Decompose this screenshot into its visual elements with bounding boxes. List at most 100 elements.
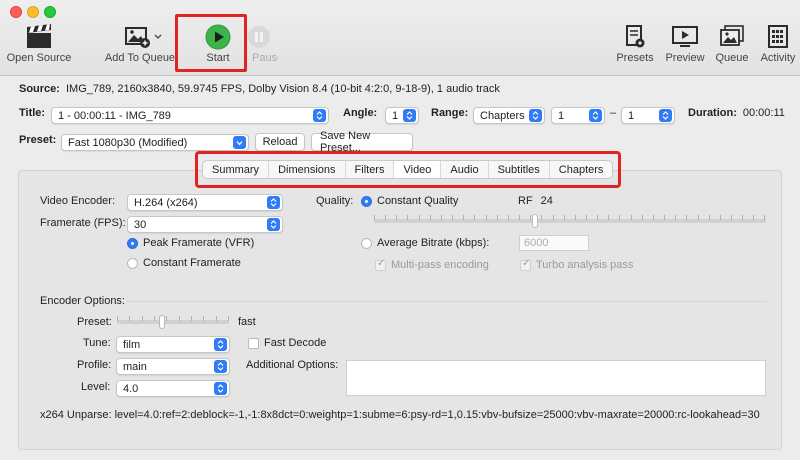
open-source-label: Open Source — [6, 52, 72, 64]
eo-preset-value-wrap: fast — [238, 316, 256, 328]
framerate-label: Framerate (FPS): — [40, 217, 126, 229]
title-select[interactable]: 1 - 00:00:11 - IMG_789 — [51, 107, 329, 124]
rf-label: RF — [518, 195, 533, 207]
framerate-label-wrap: Framerate (FPS): — [40, 217, 126, 229]
quality-slider-ticks — [374, 215, 766, 220]
x264-unparse: x264 Unparse: level=4.0:ref=2:deblock=-1… — [40, 409, 760, 421]
eo-preset-value: fast — [238, 316, 256, 328]
close-window-button[interactable] — [10, 6, 22, 18]
start-highlight — [175, 14, 247, 72]
preview-button[interactable]: Preview — [662, 22, 708, 68]
radio-selected-icon — [127, 237, 138, 249]
radio-selected-icon — [361, 195, 372, 207]
encoder-options-separator — [126, 301, 766, 302]
range-end-value: 1 — [628, 109, 635, 122]
checkbox-icon — [520, 258, 531, 271]
video-encoder-value: H.264 (x264) — [134, 196, 198, 209]
fast-decode-label: Fast Decode — [264, 337, 327, 349]
fast-decode-checkbox[interactable]: Fast Decode — [248, 337, 326, 349]
range-start-select[interactable]: 1 — [551, 107, 605, 124]
queue-button[interactable]: Queue — [712, 22, 752, 68]
video-encoder-label-wrap: Video Encoder: — [40, 195, 115, 207]
profile-select[interactable]: main — [116, 358, 230, 375]
range-dash-text: – — [610, 107, 617, 119]
angle-label-wrap: Angle: — [343, 107, 377, 119]
preset-label: Preset: — [19, 134, 57, 146]
multipass-checkbox[interactable]: Multi-pass encoding — [375, 258, 489, 271]
level-value: 4.0 — [123, 382, 139, 395]
preview-label: Preview — [665, 52, 705, 64]
range-dash: – — [610, 107, 616, 119]
chevron-down-icon — [233, 136, 246, 149]
angle-label: Angle: — [343, 107, 378, 119]
range-select-value: Chapters — [480, 109, 525, 122]
preset-select[interactable]: Fast 1080p30 (Modified) — [61, 134, 249, 151]
additional-options-input[interactable] — [346, 360, 766, 396]
updown-chevron-icon — [267, 218, 280, 231]
duration-label: Duration: — [688, 107, 737, 119]
tune-select[interactable]: film — [116, 336, 230, 353]
updown-chevron-icon — [214, 338, 227, 351]
level-label-wrap: Level: — [81, 381, 110, 393]
range-label-wrap: Range: — [431, 107, 468, 119]
angle-select-value: 1 — [392, 109, 399, 122]
presets-button[interactable]: Presets — [612, 22, 658, 68]
framerate-value: 30 — [134, 218, 147, 231]
toolbar: Open Source Add To Queue Start Paus Pres… — [0, 0, 800, 76]
range-select[interactable]: Chapters — [473, 107, 545, 124]
video-encoder-label: Video Encoder: — [40, 195, 116, 207]
constant-quality-radio[interactable]: Constant Quality — [361, 195, 458, 207]
profile-value: main — [123, 360, 147, 373]
checkbox-icon — [248, 337, 259, 349]
title-select-value: 1 - 00:00:11 - IMG_789 — [58, 109, 171, 122]
bitrate-input[interactable]: 6000 — [519, 235, 589, 251]
preset-label-wrap: Preset: — [19, 134, 56, 146]
video-encoder-select[interactable]: H.264 (x264) — [127, 194, 283, 211]
updown-chevron-icon — [313, 109, 326, 122]
activity-button[interactable]: Activity — [756, 22, 800, 68]
eo-preset-label-wrap: Preset: — [77, 316, 112, 328]
minimize-window-button[interactable] — [27, 6, 39, 18]
clapperboard-icon — [6, 22, 72, 52]
average-bitrate-radio[interactable]: Average Bitrate (kbps): — [361, 237, 489, 249]
open-source-button[interactable]: Open Source — [6, 22, 72, 68]
profile-label-wrap: Profile: — [77, 359, 111, 371]
title-label-wrap: Title: — [19, 107, 45, 119]
framerate-select[interactable]: 30 — [127, 216, 283, 233]
level-select[interactable]: 4.0 — [116, 380, 230, 397]
activity-label: Activity — [760, 52, 796, 64]
encoder-options-heading: Encoder Options: — [40, 295, 125, 307]
turbo-checkbox[interactable]: Turbo analysis pass — [520, 258, 634, 271]
tune-label: Tune: — [83, 337, 111, 349]
add-to-queue-button[interactable]: Add To Queue — [102, 22, 178, 68]
monitor-icon — [662, 22, 708, 52]
radio-unselected-icon — [127, 257, 138, 269]
peak-framerate-radio[interactable]: Peak Framerate (VFR) — [127, 237, 254, 249]
quality-slider-knob[interactable] — [531, 214, 538, 228]
updown-chevron-icon — [403, 109, 416, 122]
constant-framerate-label: Constant Framerate — [143, 257, 241, 269]
x264-unparse-text: x264 Unparse: level=4.0:ref=2:deblock=-1… — [40, 409, 760, 421]
save-new-preset-button[interactable]: Save New Preset... — [311, 130, 413, 154]
average-bitrate-label: Average Bitrate (kbps): — [377, 237, 490, 249]
duration-value: 00:00:11 — [742, 107, 785, 119]
range-end-select[interactable]: 1 — [621, 107, 675, 124]
angle-select[interactable]: 1 — [385, 107, 419, 124]
activity-log-icon — [756, 22, 800, 52]
constant-framerate-radio[interactable]: Constant Framerate — [127, 257, 241, 269]
range-start-value: 1 — [558, 109, 565, 122]
tune-label-wrap: Tune: — [83, 337, 111, 349]
radio-unselected-icon — [361, 237, 372, 249]
turbo-label: Turbo analysis pass — [536, 259, 634, 271]
encoder-preset-slider-knob[interactable] — [158, 315, 165, 329]
updown-chevron-icon — [267, 196, 280, 209]
zoom-window-button[interactable] — [44, 6, 56, 18]
presets-label: Presets — [616, 52, 654, 64]
reload-button[interactable]: Reload — [255, 133, 305, 151]
range-label: Range: — [431, 107, 469, 119]
quality-label: Quality: — [316, 195, 354, 207]
tune-value: film — [123, 338, 141, 351]
title-label: Title: — [19, 107, 46, 119]
source-label: Source: — [19, 83, 60, 95]
updown-chevron-icon — [529, 109, 542, 122]
